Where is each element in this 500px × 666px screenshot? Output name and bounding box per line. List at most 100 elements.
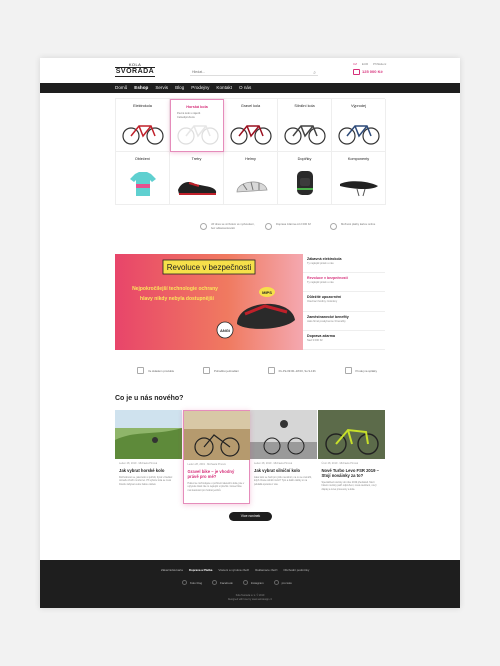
news-image <box>183 411 250 460</box>
category-komponenty[interactable]: Komponenty <box>332 152 386 205</box>
search-input[interactable] <box>192 70 307 74</box>
news-meta: Leden 28, 2019 · Michaela Pínová <box>119 462 158 465</box>
news-card-desc: Specialized novinky do roku 2019 předsta… <box>321 481 377 491</box>
prokolo-icon <box>273 580 279 585</box>
nav-item-o-nas[interactable]: O nás <box>239 83 251 93</box>
news-card[interactable]: Únor 28, 2019 · Michaela Pínová Nové Tur… <box>317 410 386 504</box>
news-meta: Únor 28, 2019 · Michaela Pínová <box>321 462 359 465</box>
logo-big-text: SVORADA <box>115 67 155 77</box>
nav-item-eshop[interactable]: Eshop <box>134 83 148 93</box>
social-facebook[interactable]: Facebook <box>212 580 233 585</box>
news-card-title[interactable]: Jak vybrat silniční kolo <box>254 468 314 473</box>
footer-link[interactable]: Vrácení a výměna zboží <box>218 568 249 572</box>
news-card-title[interactable]: Nové Turbo Levo FSR 2019 – Stojí nováink… <box>322 468 382 478</box>
category-helmy[interactable]: Helmy <box>224 152 278 205</box>
helmet-image <box>236 181 268 193</box>
main-nav: Domů Eshop Servis Blog Prodejny Kontakt … <box>40 83 460 93</box>
jersey-image <box>130 172 156 196</box>
banner-side-sub: Otevírací hodiny změněny <box>307 300 338 304</box>
social-blog[interactable]: Kolo blog <box>182 580 202 585</box>
footer-link[interactable]: Zákaznická karta <box>161 568 183 572</box>
footer-copyright: Kola Svorada s.r.o. © 2019 <box>235 594 265 597</box>
nav-item-prodejny[interactable]: Prodejny <box>191 83 209 93</box>
social-label: pro kolo <box>281 580 292 585</box>
saddle-image <box>340 181 378 197</box>
gravel-bike-image <box>230 125 272 145</box>
banner-side-item[interactable]: Důležité upozornění Otevírací hodiny změn… <box>303 292 385 312</box>
banner-side-sub: Nad 3 000 Kč <box>307 338 323 342</box>
banner-side-sub: Ty nejlepší právě u nás <box>307 281 334 285</box>
currency-eur[interactable]: EUR <box>362 62 368 66</box>
banner-text-2: hlavy nikdy nebyla dostupnější <box>140 296 215 302</box>
hero-banner[interactable]: Revoluce v bezpečnosti Nejpokročilejší t… <box>115 254 303 350</box>
login-link[interactable]: Přihlášení <box>373 62 386 66</box>
usp-item: Ve skladem produktu <box>137 367 174 374</box>
banner-side-item[interactable]: Doprava zdarma Nad 3 000 Kč <box>303 331 385 350</box>
news-card[interactable]: Leden 28, 2019 · Michaela Pínová Jak vyb… <box>250 410 318 504</box>
nav-item-kontakt[interactable]: Kontakt <box>216 83 232 93</box>
social-label: Instagram <box>250 580 264 585</box>
news-card-highlighted[interactable]: Leden 28, 2019 · Michaela Pínová Gravel … <box>182 410 250 504</box>
phone-icon <box>267 367 275 374</box>
news-card-title[interactable]: Gravel bike – je vhodný právě pro mě? <box>188 469 246 479</box>
cart-button[interactable]: 125 000 Kč <box>353 69 383 75</box>
mtb-image <box>177 125 219 145</box>
category-submenu: Pevné kolo s nájezd. Celoodpružená <box>171 112 223 120</box>
banner-side-item[interactable]: Zábavná elektrokola Ty nejlepší právě u n… <box>303 254 385 274</box>
category-label: Silniční kola <box>294 104 315 108</box>
installments-icon <box>344 367 352 374</box>
usp-item: Prodej na splátky <box>344 367 377 374</box>
angi-badge: ANGi <box>220 328 230 333</box>
category-elektrokola[interactable]: Elektrokola <box>116 99 170 152</box>
submenu-item[interactable]: Celoodpružená <box>177 116 223 120</box>
banner-side-item-active[interactable]: Revoluce v bezpečnosti Ty nejlepší právě … <box>303 273 385 293</box>
language-switch: CZ EUR Přihlášení <box>353 62 390 66</box>
cart-icon <box>353 69 360 75</box>
search-icon[interactable]: ⌕ <box>313 69 316 77</box>
category-label: Horská kola <box>186 105 208 109</box>
category-silnicni-kola[interactable]: Silniční kola <box>278 99 332 152</box>
road-bike-image <box>284 125 326 145</box>
social-prokolo[interactable]: pro kolo <box>273 580 292 585</box>
search-bar[interactable]: ⌕ <box>190 68 318 76</box>
category-tretry[interactable]: Tretry <box>170 152 224 205</box>
nav-item-domu[interactable]: Domů <box>115 83 127 93</box>
logo[interactable]: KOLA SVORADA <box>115 62 155 77</box>
news-image <box>115 410 182 459</box>
nav-item-blog[interactable]: Blog <box>175 83 184 93</box>
footer-link[interactable]: Obchodní podmínky <box>283 568 309 572</box>
usp-item: Doprava zdarma od 2 000 Kč <box>265 223 320 230</box>
footer-link[interactable]: Reklamace zboží <box>255 568 277 572</box>
lang-cz[interactable]: CZ <box>353 62 357 66</box>
category-label: Výprodej <box>351 104 366 108</box>
banner-text-1: Nejpokročilejší technologie ochrany <box>132 286 218 292</box>
usp-text: Možnost platby kartou online <box>341 223 376 226</box>
backpack-image <box>297 171 313 195</box>
category-doplnky[interactable]: Doplňky <box>278 152 332 205</box>
footer-link-active[interactable]: Doprava a Platba <box>189 568 212 572</box>
facebook-icon <box>212 580 218 585</box>
usp-text: Po-Pá 09:00–18:00, So 9-13h <box>278 368 316 373</box>
category-gravel-kola[interactable]: Gravel kola <box>224 99 278 152</box>
usp-text: Doprava zdarma od 2 000 Kč <box>276 223 311 226</box>
warehouse-icon <box>137 367 144 374</box>
social-label: Kolo blog <box>190 580 203 585</box>
news-card-desc: Pokud se rozhodujete o pořízení takového… <box>187 482 245 492</box>
news-card-title[interactable]: Jak vybrat horské kolo <box>119 468 179 473</box>
category-obleceni[interactable]: Oblečení <box>116 152 170 205</box>
mips-logo: MIPS <box>262 290 272 295</box>
hero-banner-image: Revoluce v bezpečnosti Nejpokročilejší t… <box>115 254 303 350</box>
nav-item-servis[interactable]: Servis <box>155 83 168 93</box>
card-icon <box>330 223 337 230</box>
category-vyprodej[interactable]: Výprodej <box>332 99 386 152</box>
category-horska-kola[interactable]: Horská kola Pevné kolo s nájezd. Celoodp… <box>170 99 224 152</box>
banner-side-item[interactable]: Zaměstnanecké benefity Jako firmě poskytn… <box>303 312 385 331</box>
footer-credit[interactable]: Designed with love by www.webdesign.cz <box>40 598 460 601</box>
page: KOLA SVORADA ⌕ CZ EUR Přihlášení 125 000… <box>40 58 460 608</box>
banner-side-sub: Jako firmě poskytneme 3 benefity <box>307 319 346 323</box>
more-news-button[interactable]: Více novinek <box>229 512 272 521</box>
instagram-icon <box>242 580 248 585</box>
social-instagram[interactable]: Instagram <box>242 580 264 585</box>
news-card[interactable]: Leden 28, 2019 · Michaela Pínová Jak vyb… <box>115 410 183 504</box>
news-card-desc: Jaké kolo se hodí pro jízdu na silnici, … <box>254 476 312 486</box>
